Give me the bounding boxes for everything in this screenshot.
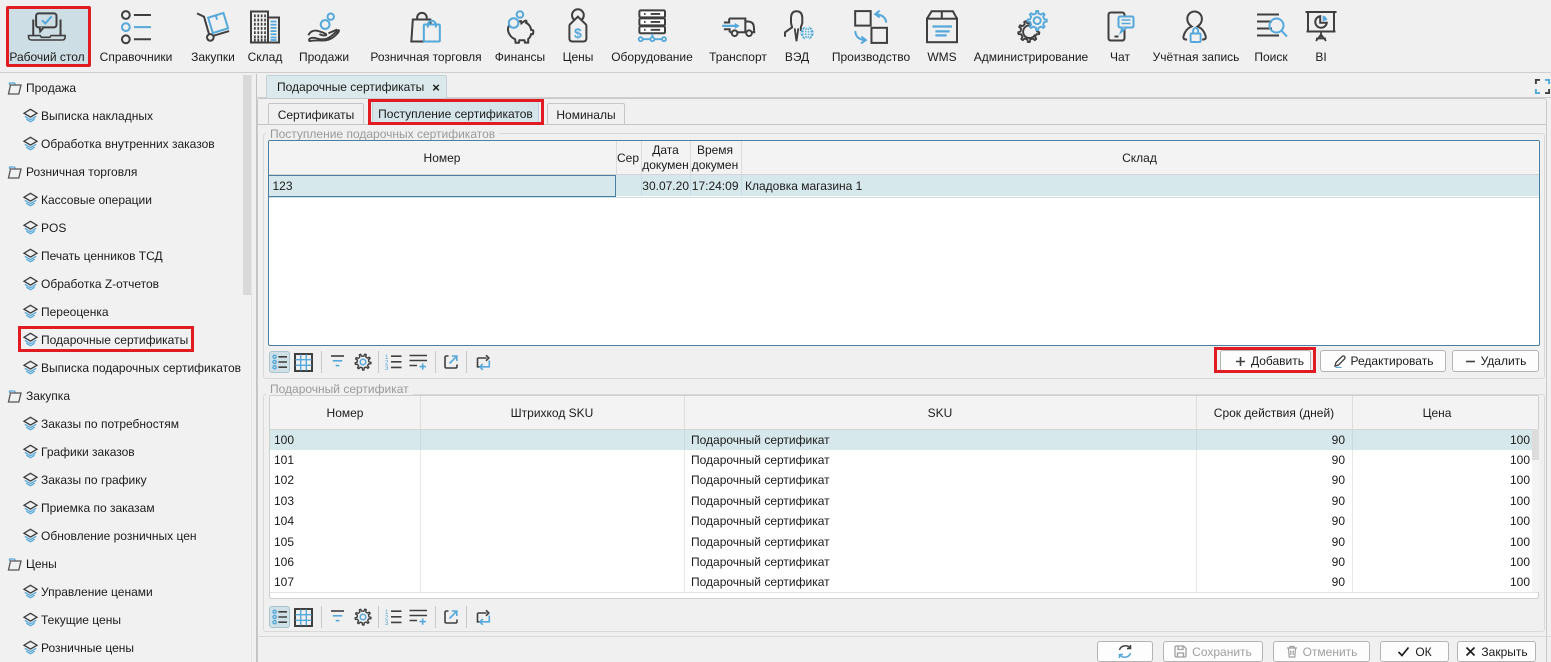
svg-text:$: $	[574, 25, 582, 41]
svg-text:3: 3	[385, 366, 389, 370]
svg-text:3: 3	[385, 621, 389, 625]
